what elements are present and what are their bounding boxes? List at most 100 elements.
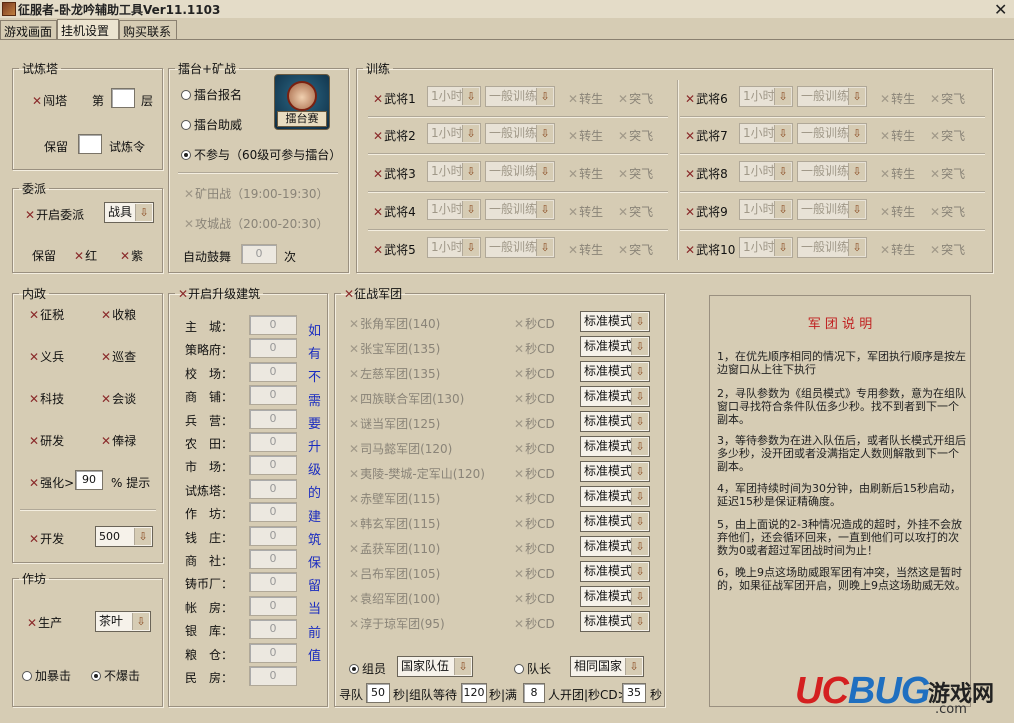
legion-3-cd-checkbox[interactable]: ✕秒CD [514,365,555,382]
auto-cheer-input[interactable]: 0 [241,244,277,264]
legion-6-checkbox[interactable]: ✕司马懿军团(120) [349,440,452,457]
legion-3-mode-dropdown[interactable]: 标准模式 ⇩ [580,361,650,382]
legion-2-checkbox[interactable]: ✕张宝军团(135) [349,340,440,357]
general-7-mode-dropdown[interactable]: 一般训练 ⇩ [797,123,867,144]
no-crit-radio[interactable]: 不爆击 [91,667,140,684]
general-8-checkbox[interactable]: ✕武将8 [685,165,728,182]
legion-5-cd-checkbox[interactable]: ✕秒CD [514,415,555,432]
general-1-mode-dropdown[interactable]: 一般训练 ⇩ [485,86,555,107]
enable-delegate-checkbox[interactable]: ✕开启委派 [25,206,84,223]
cd-threshold-input[interactable]: 35 [622,683,646,703]
legion-7-cd-checkbox[interactable]: ✕秒CD [514,465,555,482]
building-keep-input[interactable]: 0 [249,572,297,593]
member-mode-radio[interactable]: 组员 [349,660,386,677]
general-1-rebirth-checkbox[interactable]: ✕转生 [568,90,603,107]
general-2-mode-dropdown[interactable]: 一般训练 ⇩ [485,123,555,144]
legion-8-mode-dropdown[interactable]: 标准模式 ⇩ [580,486,650,507]
building-keep-input[interactable]: 0 [249,408,297,429]
building-keep-input[interactable]: 0 [249,455,297,476]
legion-4-mode-dropdown[interactable]: 标准模式 ⇩ [580,386,650,407]
legion-10-cd-checkbox[interactable]: ✕秒CD [514,540,555,557]
general-3-checkbox[interactable]: ✕武将3 [373,165,416,182]
general-6-mode-dropdown[interactable]: 一般训练 ⇩ [797,86,867,107]
legion-9-checkbox[interactable]: ✕韩玄军团(115) [349,515,440,532]
siege-battle-checkbox[interactable]: ✕攻城战（20:00-20:30） [184,215,329,232]
general-5-mode-dropdown[interactable]: 一般训练 ⇩ [485,237,555,258]
general-9-time-dropdown[interactable]: 1小时 ⇩ [739,199,793,220]
arena-signup-radio[interactable]: 擂台报名 [181,86,242,103]
no-participate-radio[interactable]: 不参与（60级可参与擂台） [181,146,341,163]
general-9-rebirth-checkbox[interactable]: ✕转生 [880,203,915,220]
keep-purple-checkbox[interactable]: ✕紫 [120,247,143,264]
enhance-checkbox[interactable]: ✕强化> [29,474,74,491]
climb-tower-checkbox[interactable]: ✕闯塔 [32,92,67,109]
keep-red-checkbox[interactable]: ✕红 [74,247,97,264]
building-keep-input[interactable]: 0 [249,549,297,569]
general-1-breakthrough-checkbox[interactable]: ✕突飞 [618,90,653,107]
militia-checkbox[interactable]: ✕义兵 [29,348,64,365]
legion-1-mode-dropdown[interactable]: 标准模式 ⇩ [580,311,650,332]
legion-5-checkbox[interactable]: ✕谜当军团(125) [349,415,440,432]
building-keep-input[interactable]: 0 [249,502,297,523]
grain-checkbox[interactable]: ✕收粮 [101,306,136,323]
tax-checkbox[interactable]: ✕征税 [29,306,64,323]
general-6-checkbox[interactable]: ✕武将6 [685,90,728,107]
general-5-breakthrough-checkbox[interactable]: ✕突飞 [618,241,653,258]
building-keep-input[interactable]: 0 [249,595,297,616]
legion-8-cd-checkbox[interactable]: ✕秒CD [514,490,555,507]
legion-12-mode-dropdown[interactable]: 标准模式 ⇩ [580,586,650,607]
develop-amount-dropdown[interactable]: 500 ⇩ [95,526,153,547]
legion-1-checkbox[interactable]: ✕张角军团(140) [349,315,440,332]
general-3-time-dropdown[interactable]: 1小时 ⇩ [427,161,481,182]
legion-4-cd-checkbox[interactable]: ✕秒CD [514,390,555,407]
legion-12-checkbox[interactable]: ✕袁绍军团(100) [349,590,440,607]
legion-11-checkbox[interactable]: ✕吕布军团(105) [349,565,440,582]
general-9-checkbox[interactable]: ✕武将9 [685,203,728,220]
building-keep-input[interactable]: 0 [249,338,297,359]
legion-11-mode-dropdown[interactable]: 标准模式 ⇩ [580,561,650,582]
building-upgrade-legend[interactable]: ✕开启升级建筑 [175,285,263,302]
general-2-breakthrough-checkbox[interactable]: ✕突飞 [618,127,653,144]
general-5-time-dropdown[interactable]: 1小时 ⇩ [427,237,481,258]
produce-item-dropdown[interactable]: 茶叶 ⇩ [95,611,151,632]
legion-2-mode-dropdown[interactable]: 标准模式 ⇩ [580,336,650,357]
produce-checkbox[interactable]: ✕生产 [27,614,62,631]
meeting-checkbox[interactable]: ✕会谈 [101,390,136,407]
tab-game-screen[interactable]: 游戏画面 [0,20,57,40]
legion-7-mode-dropdown[interactable]: 标准模式 ⇩ [580,461,650,482]
leader-mode-radio[interactable]: 队长 [514,660,551,677]
building-keep-input[interactable]: 0 [249,666,297,686]
enhance-threshold-input[interactable]: 90 [75,470,103,490]
building-keep-input[interactable]: 0 [249,432,297,452]
legion-2-cd-checkbox[interactable]: ✕秒CD [514,340,555,357]
floor-input[interactable] [111,88,135,108]
building-keep-input[interactable]: 0 [249,478,297,499]
general-8-rebirth-checkbox[interactable]: ✕转生 [880,165,915,182]
tab-settings[interactable]: 挂机设置 [57,19,119,40]
legion-7-checkbox[interactable]: ✕夷陵-樊城-定军山(120) [349,465,485,482]
general-8-time-dropdown[interactable]: 1小时 ⇩ [739,161,793,182]
general-4-breakthrough-checkbox[interactable]: ✕突飞 [618,203,653,220]
general-3-breakthrough-checkbox[interactable]: ✕突飞 [618,165,653,182]
arena-cheer-radio[interactable]: 擂台助威 [181,116,242,133]
legion-6-mode-dropdown[interactable]: 标准模式 ⇩ [580,436,650,457]
full-count-input[interactable]: 8 [523,683,545,703]
general-8-breakthrough-checkbox[interactable]: ✕突飞 [930,165,965,182]
general-2-time-dropdown[interactable]: 1小时 ⇩ [427,123,481,144]
legion-4-checkbox[interactable]: ✕四族联合军团(130) [349,390,464,407]
general-4-rebirth-checkbox[interactable]: ✕转生 [568,203,603,220]
general-4-checkbox[interactable]: ✕武将4 [373,203,416,220]
general-1-time-dropdown[interactable]: 1小时 ⇩ [427,86,481,107]
mine-battle-checkbox[interactable]: ✕矿田战（19:00-19:30） [184,185,329,202]
general-7-checkbox[interactable]: ✕武将7 [685,127,728,144]
search-team-seconds-input[interactable]: 50 [366,683,390,703]
legion-12-cd-checkbox[interactable]: ✕秒CD [514,590,555,607]
general-4-mode-dropdown[interactable]: 一般训练 ⇩ [485,199,555,220]
legion-10-mode-dropdown[interactable]: 标准模式 ⇩ [580,536,650,557]
general-6-breakthrough-checkbox[interactable]: ✕突飞 [930,90,965,107]
general-7-time-dropdown[interactable]: 1小时 ⇩ [739,123,793,144]
general-5-checkbox[interactable]: ✕武将5 [373,241,416,258]
legion-10-checkbox[interactable]: ✕孟获军团(110) [349,540,440,557]
general-10-checkbox[interactable]: ✕武将10 [685,241,735,258]
wait-seconds-input[interactable]: 120 [461,683,487,703]
